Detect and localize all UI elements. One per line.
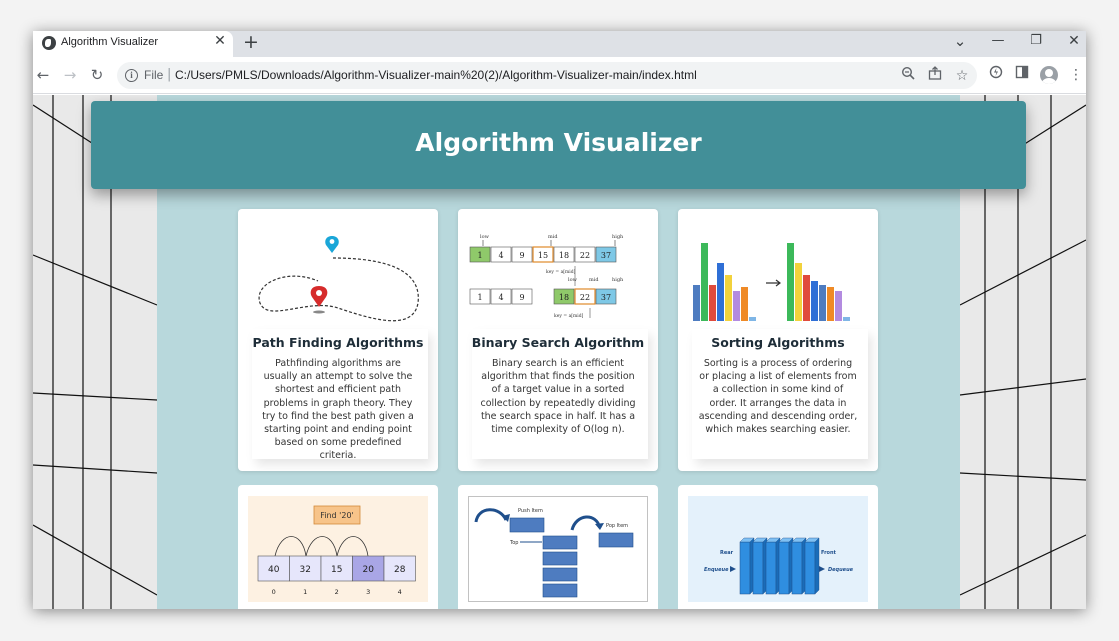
bs-cell-value: 9: [519, 251, 524, 260]
reload-button[interactable]: ↻: [87, 65, 107, 85]
bs-cell-value: 18: [559, 251, 569, 260]
url-separator: |: [167, 67, 172, 82]
back-button[interactable]: ←: [33, 65, 53, 85]
url-scheme: File: [144, 68, 164, 82]
card-description: Binary search is an efficient algorithm …: [480, 358, 636, 436]
queue-bar: [791, 541, 803, 595]
queue-bar: [778, 541, 790, 595]
ls-cell-value: 28: [394, 565, 406, 575]
stack-illustration: Push Item Top Pop Item: [468, 496, 648, 602]
ls-index: 1: [303, 588, 307, 596]
forward-button[interactable]: →: [60, 65, 80, 85]
bs-key-label-1: key = a[mid]: [546, 269, 576, 275]
ls-cell-value: 32: [300, 565, 311, 575]
queue-illustration: Rear Front Enqueue Dequeue: [688, 496, 868, 602]
queue-bar-side: [814, 537, 820, 595]
queue-bar: [765, 541, 777, 595]
bs-row-1: 1 4 9 15 18 22 37: [469, 246, 617, 263]
menu-icon[interactable]: ⋮: [1066, 65, 1086, 85]
card-stack[interactable]: Push Item Top Pop Item: [458, 485, 658, 609]
url-text[interactable]: C:/Users/PMLS/Downloads/Algorithm-Visual…: [175, 68, 697, 82]
queue-bars: [739, 537, 820, 595]
address-bar[interactable]: i File | C:/Users/PMLS/Downloads/Algorit…: [117, 62, 977, 89]
pop-item-label: Pop Item: [606, 523, 628, 529]
page-title: Algorithm Visualizer: [415, 128, 702, 157]
card-description: Sorting is a process of ordering or plac…: [698, 358, 858, 436]
bs-cell-value: 4: [498, 293, 503, 302]
ls-cell-value: 20: [363, 565, 375, 575]
share-icon[interactable]: [925, 66, 945, 86]
bs-cell-value: 15: [538, 251, 548, 260]
bs-cell-value: 4: [498, 251, 503, 260]
bs-high-label: high: [612, 234, 624, 240]
header-bar: Algorithm Visualizer: [91, 101, 1026, 189]
path-finding-illustration: [258, 236, 419, 322]
push-item-label: Push Item: [518, 508, 543, 514]
bs-cell-value: 37: [601, 293, 611, 302]
bs-mid-label-2: mid: [589, 277, 599, 283]
binary-search-illustration: low mid high 1 4 9 15 18 22 37 key = a[mid] lo…: [469, 234, 624, 319]
queue-bar: [739, 541, 751, 595]
card-title: Path Finding Algorithms: [252, 335, 424, 350]
bs-cell-value: 37: [601, 251, 611, 260]
card-title: Sorting Algorithms: [711, 335, 845, 350]
bs-cell-value: 1: [477, 293, 482, 302]
sorting-illustration: [693, 243, 850, 321]
tab-strip: Algorithm Visualizer ✕ + ⌄ — ❐ ✕: [33, 31, 1086, 57]
star-icon[interactable]: ☆: [952, 66, 972, 86]
close-tab-icon[interactable]: ✕: [213, 33, 227, 49]
bs-mid-label: mid: [548, 234, 558, 240]
zoom-icon[interactable]: [898, 66, 918, 86]
ls-cell-value: 40: [268, 565, 280, 575]
front-label: Front: [821, 550, 837, 556]
bs-low-label: low: [480, 234, 490, 240]
bs-low-label-2: low: [568, 277, 578, 283]
new-tab-button[interactable]: +: [243, 31, 259, 53]
info-icon[interactable]: i: [125, 69, 138, 82]
tab-algorithm-visualizer[interactable]: Algorithm Visualizer ✕: [33, 31, 233, 57]
desktop-background: Algorithm Visualizer ✕ + ⌄ — ❐ ✕ ← → ↻ i…: [0, 0, 1119, 641]
ls-index: 3: [366, 588, 370, 596]
bs-row-2: 1 4 9 18 22 37: [469, 288, 617, 305]
card-binary-search[interactable]: low mid high 1 4 9 15 18 22 37 key = a[mid] lo…: [458, 209, 658, 471]
ls-index: 0: [272, 588, 276, 596]
dequeue-label: Dequeue: [828, 567, 854, 573]
restore-button[interactable]: ❐: [1017, 31, 1055, 53]
card-title: Binary Search Algorithm: [471, 335, 645, 350]
extensions-icon[interactable]: [986, 65, 1006, 85]
browser-toolbar: ← → ↻ i File | C:/Users/PMLS/Downloads/A…: [33, 57, 1086, 94]
linear-search-illustration: Find '20' 40 32 15 20 28 0 1 2 3 4: [248, 496, 428, 602]
bs-key-label-2: key = a[mid]: [554, 313, 584, 319]
bs-cell-value: 22: [580, 293, 590, 302]
tab-search-chevron-icon[interactable]: ⌄: [941, 31, 979, 53]
bs-cell-value: 9: [519, 293, 524, 302]
queue-bar: [804, 541, 816, 595]
card-path-finding[interactable]: Path Finding Algorithms Pathfinding algo…: [238, 209, 438, 471]
card-sorting[interactable]: Sorting Algorithms Sorting is a process …: [678, 209, 878, 471]
profile-avatar[interactable]: [1040, 66, 1058, 84]
ls-index: 2: [335, 588, 339, 596]
globe-icon: [42, 36, 56, 50]
enqueue-label: Enqueue: [704, 567, 729, 573]
queue-bar: [752, 541, 764, 595]
card-linear-search[interactable]: Find '20' 40 32 15 20 28 0 1 2 3 4: [238, 485, 438, 609]
minimize-button[interactable]: —: [979, 31, 1017, 53]
ls-cell-value: 15: [331, 565, 342, 575]
rear-label: Rear: [720, 550, 734, 556]
bs-cell-value: 18: [559, 293, 569, 302]
bs-cell-value: 1: [477, 251, 482, 260]
find-label: Find '20': [320, 511, 354, 520]
card-queue[interactable]: Rear Front Enqueue Dequeue: [678, 485, 878, 609]
bs-cell-value: 22: [580, 251, 590, 260]
top-label: Top: [509, 540, 518, 546]
bs-high-label-2: high: [612, 277, 624, 283]
side-panel-icon[interactable]: [1012, 65, 1032, 85]
tab-title: Algorithm Visualizer: [61, 36, 159, 48]
close-window-button[interactable]: ✕: [1055, 31, 1086, 53]
web-page: Algorithm Visualizer Path Finding Algori…: [33, 95, 1086, 609]
ls-index: 4: [398, 588, 402, 596]
card-description: Pathfinding algorithms are usually an at…: [262, 358, 414, 462]
browser-window: Algorithm Visualizer ✕ + ⌄ — ❐ ✕ ← → ↻ i…: [33, 31, 1086, 609]
